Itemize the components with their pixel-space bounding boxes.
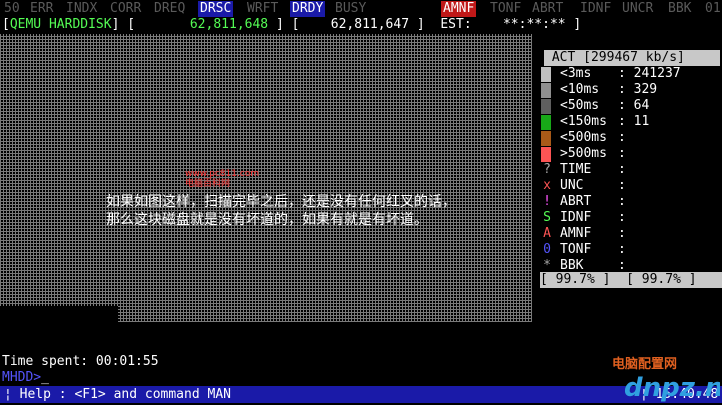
est-value: **:**:** xyxy=(502,17,566,32)
bucket-row: >500ms: xyxy=(560,146,634,161)
register-err: ERR xyxy=(30,1,54,16)
bucket-swatch xyxy=(541,147,551,162)
time-spent-row: Time spent: 00:01:55 xyxy=(2,354,159,370)
error-row: AMNF: xyxy=(560,226,634,241)
bucket-label: >500ms xyxy=(560,146,607,161)
error-symbol-icon: A xyxy=(543,226,551,241)
register-dreq: DREQ xyxy=(154,1,186,16)
bucket-row: <150ms: 11 xyxy=(560,114,650,129)
register-bbk: BBK xyxy=(668,1,692,16)
bucket-row: <500ms: xyxy=(560,130,634,145)
bucket-value: 241237 xyxy=(633,66,681,81)
bucket-label: <500ms xyxy=(560,130,607,145)
bucket-label: <10ms xyxy=(560,82,600,97)
help-text: ¦ Help : <F1> and command MAN xyxy=(4,387,231,402)
error-symbol-icon: ! xyxy=(543,194,551,209)
error-row: IDNF: xyxy=(560,210,634,225)
error-symbol-icon: S xyxy=(543,210,551,225)
caption-overlay: 如果如图这样，扫描完毕之后，还是没有任何红叉的话， 那么这块磁盘就是没有坏道的，… xyxy=(106,193,456,229)
register-indx: INDX xyxy=(66,1,98,16)
register-idnf: IDNF xyxy=(580,1,612,16)
register-drdy: DRDY xyxy=(290,1,326,17)
scan-block-grid xyxy=(0,34,532,322)
speed-label: ACT [299467 kb/s] xyxy=(551,50,685,65)
site-watermark: 电脑配置网 dnpz.net xyxy=(612,356,720,402)
lba-total: 62,811,647 xyxy=(330,17,410,32)
drive-name: QEMU HARDDISK xyxy=(9,17,112,32)
bucket-swatch xyxy=(541,99,551,114)
register-uncr: UNCR xyxy=(622,1,654,16)
bucket-row: <50ms: 64 xyxy=(560,98,650,113)
bucket-value: 64 xyxy=(633,98,650,113)
error-label: UNC xyxy=(560,178,584,193)
error-label: IDNF xyxy=(560,210,592,225)
watermark-site-name: 电脑百科网 xyxy=(185,179,231,189)
command-prompt[interactable]: MHDD>_ xyxy=(2,370,49,386)
bucket-value: 329 xyxy=(633,82,658,97)
bucket-row: <3ms: 241237 xyxy=(560,66,681,81)
bucket-value: 11 xyxy=(633,114,650,129)
error-row: TIME: xyxy=(560,162,634,177)
register-tonf: TONF xyxy=(490,1,522,16)
error-label: ABRT xyxy=(560,194,592,209)
caption-line-2: 那么这块磁盘就是没有坏道的，如果有就是有坏道。 xyxy=(106,212,428,228)
register-amnf: AMNF xyxy=(441,1,477,17)
bucket-row: <10ms: 329 xyxy=(560,82,658,97)
error-label: TIME xyxy=(560,162,592,177)
register-50: 50 xyxy=(4,1,20,16)
bucket-swatch xyxy=(541,131,551,146)
cursor: _ xyxy=(41,370,49,385)
error-symbol-icon: ? xyxy=(543,162,551,177)
bucket-label: <150ms xyxy=(560,114,607,129)
watermark-small-text: 电脑配置网 xyxy=(612,356,677,372)
error-symbol-icon: 0 xyxy=(543,242,551,257)
register-01: 01 xyxy=(705,1,721,16)
bucket-swatch xyxy=(541,83,551,98)
time-spent-label: Time spent: xyxy=(2,354,89,369)
progress-left: 99.7% xyxy=(555,272,595,287)
register-drsc: DRSC xyxy=(198,1,234,17)
register-busy: BUSY xyxy=(335,1,367,16)
prompt-text: MHDD> xyxy=(2,370,42,385)
error-row: TONF: xyxy=(560,242,634,257)
register-wrft: WRFT xyxy=(247,1,279,16)
bucket-label: <3ms xyxy=(560,66,592,81)
bucket-swatch xyxy=(541,67,551,82)
error-row: UNC: xyxy=(560,178,634,193)
drive-info-row: [QEMU HARDDISK] [ 62,811,648 ] [ 62,811,… xyxy=(2,17,582,32)
progress-right: 99.7% xyxy=(641,272,681,287)
progress-percent-row: [ 99.7% ] [ 99.7% ] xyxy=(540,272,722,288)
bucket-label: <50ms xyxy=(560,98,600,113)
time-spent-value: 00:01:55 xyxy=(95,354,159,369)
error-label: TONF xyxy=(560,242,592,257)
lba-current: 62,811,648 xyxy=(189,17,269,32)
error-row: ABRT: xyxy=(560,194,634,209)
error-symbol-icon: x xyxy=(543,178,551,193)
transfer-speed: ACT [299467 kb/s] xyxy=(544,50,720,66)
watermark-small: www.pc811.com 电脑百科网 xyxy=(185,169,259,189)
est-label: EST: xyxy=(440,17,472,32)
register-corr: CORR xyxy=(110,1,142,16)
bucket-swatch xyxy=(541,115,551,130)
error-label: AMNF xyxy=(560,226,592,241)
watermark-big-text: dnpz.net xyxy=(624,373,720,402)
register-abrt: ABRT xyxy=(532,1,564,16)
scan-grid-unscanned xyxy=(0,306,118,326)
caption-line-1: 如果如图这样，扫描完毕之后，还是没有任何红叉的话， xyxy=(106,194,456,210)
watermark-url: www.pc811.com xyxy=(185,169,260,179)
